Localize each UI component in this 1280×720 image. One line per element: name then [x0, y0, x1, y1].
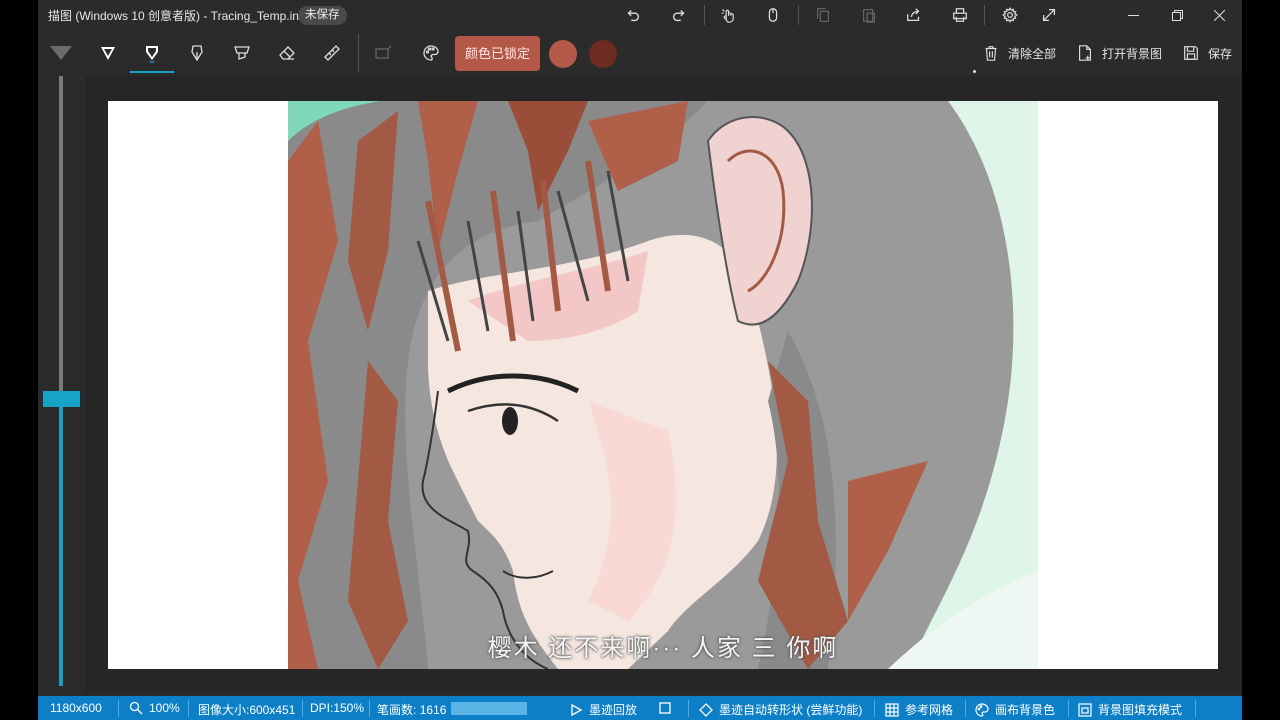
clear-all-label: 清除全部	[1008, 46, 1057, 61]
dpi-value: DPI:150%	[310, 701, 365, 715]
minimize-button[interactable]	[1110, 0, 1156, 30]
stroke-size-slider-fill	[59, 400, 63, 686]
save-icon	[1184, 46, 1198, 60]
lasso-select-tool[interactable]	[361, 34, 405, 72]
secondary-color-swatch[interactable]	[589, 40, 617, 68]
open-background-button[interactable]: 打开背景图	[1076, 40, 1162, 66]
traced-artwork[interactable]: 樱木 还不来啊··· 人家 三 你啊	[288, 101, 1038, 669]
ink-toolbar: 颜色已锁定 清除全部 打开背景图 保存	[38, 30, 1242, 76]
stop-icon	[659, 702, 671, 714]
clear-all-button[interactable]: 清除全部	[982, 40, 1056, 66]
ballpoint-pen-tool[interactable]	[86, 34, 130, 72]
video-subtitle: 樱木 还不来啊··· 人家 三 你啊	[487, 635, 839, 662]
canvas-background-color-label: 画布背景色	[995, 703, 1056, 717]
highlighter-tool[interactable]	[220, 34, 264, 72]
canvas-size: 1180x600	[50, 701, 102, 715]
auto-shape-label: 墨迹自动转形状 (尝鲜功能)	[719, 703, 863, 717]
color-locked-button[interactable]: 颜色已锁定	[455, 36, 540, 71]
open-file-icon	[1079, 45, 1091, 61]
reference-grid-toggle[interactable]: 参考网格	[885, 701, 953, 718]
maximize-button[interactable]	[1154, 0, 1200, 30]
pencil-icon	[146, 46, 158, 63]
status-bar: 1180x600 100% 图像大小:600x451 DPI:150% 笔画数:…	[38, 696, 1242, 720]
redo-icon[interactable]	[664, 3, 694, 27]
trash-icon	[985, 46, 997, 61]
fill-mode-icon	[1078, 702, 1092, 717]
image-size: 图像大小:600x451	[198, 703, 296, 717]
pencil-tool[interactable]	[130, 34, 174, 73]
indicator-dot	[973, 70, 976, 73]
close-button[interactable]	[1196, 0, 1242, 30]
ruler-icon	[324, 45, 340, 61]
stroke-progress-bar	[451, 702, 527, 715]
title-bar: 描图 (Windows 10 创意者版) - Tracing_Temp.ink …	[38, 0, 1242, 30]
stroke-count-value: 1616	[419, 702, 447, 717]
canvas-background-color-button[interactable]: 画布背景色	[975, 701, 1055, 718]
play-icon	[571, 703, 583, 716]
zoom-value: 100%	[149, 701, 180, 715]
ruler-tool[interactable]	[310, 34, 354, 72]
stroke-size-slider-thumb[interactable]	[43, 391, 80, 407]
palette-icon	[975, 702, 989, 717]
undo-icon[interactable]	[618, 3, 648, 27]
calligraphy-pen-tool[interactable]	[175, 34, 219, 72]
ballpoint-pen-icon	[101, 47, 115, 60]
grid-icon	[885, 702, 899, 717]
share-icon[interactable]	[899, 3, 929, 27]
primary-color-swatch[interactable]	[549, 40, 577, 68]
save-label: 保存	[1208, 46, 1233, 61]
stroke-count-label: 笔画数:	[377, 703, 417, 717]
ink-replay-label: 墨迹回放	[589, 703, 638, 717]
auto-shape-toggle[interactable]: 墨迹自动转形状 (尝鲜功能)	[699, 701, 862, 718]
open-background-label: 打开背景图	[1102, 46, 1163, 61]
zoom-icon	[129, 701, 143, 715]
background-fill-mode-label: 背景图填充模式	[1098, 703, 1183, 717]
stop-button[interactable]	[658, 701, 678, 715]
calligraphy-pen-icon	[191, 45, 203, 62]
stroke-size-slider-track[interactable]	[59, 76, 63, 394]
eraser-icon	[279, 46, 295, 60]
diamond-icon	[699, 702, 713, 717]
app-window: 描图 (Windows 10 创意者版) - Tracing_Temp.ink …	[38, 0, 1242, 720]
stroke-progress-fill	[451, 702, 527, 715]
unsaved-badge: 未保存	[298, 6, 347, 25]
settings-icon[interactable]	[995, 3, 1025, 27]
background-fill-mode-button[interactable]: 背景图填充模式	[1078, 701, 1182, 718]
palette-icon	[423, 45, 439, 61]
palette-tool[interactable]	[409, 34, 453, 72]
copy-icon[interactable]	[808, 3, 838, 27]
slider-cap-icon	[50, 46, 72, 60]
window-title: 描图 (Windows 10 创意者版) - Tracing_Temp.ink	[48, 9, 305, 23]
lasso-select-icon	[375, 45, 392, 59]
print-icon[interactable]	[945, 3, 975, 27]
eraser-tool[interactable]	[265, 34, 309, 72]
zoom-control[interactable]: 100%	[129, 701, 180, 715]
fullscreen-icon[interactable]	[1034, 3, 1064, 27]
mouse-icon[interactable]	[758, 3, 788, 27]
ink-replay-button[interactable]: 墨迹回放	[569, 701, 637, 718]
paste-icon[interactable]	[854, 3, 884, 27]
reference-grid-label: 参考网格	[905, 703, 954, 717]
highlighter-icon	[234, 46, 250, 60]
touch-draw-icon[interactable]	[713, 3, 743, 27]
save-button[interactable]: 保存	[1182, 40, 1232, 66]
stroke-count: 笔画数: 1616	[377, 701, 446, 718]
